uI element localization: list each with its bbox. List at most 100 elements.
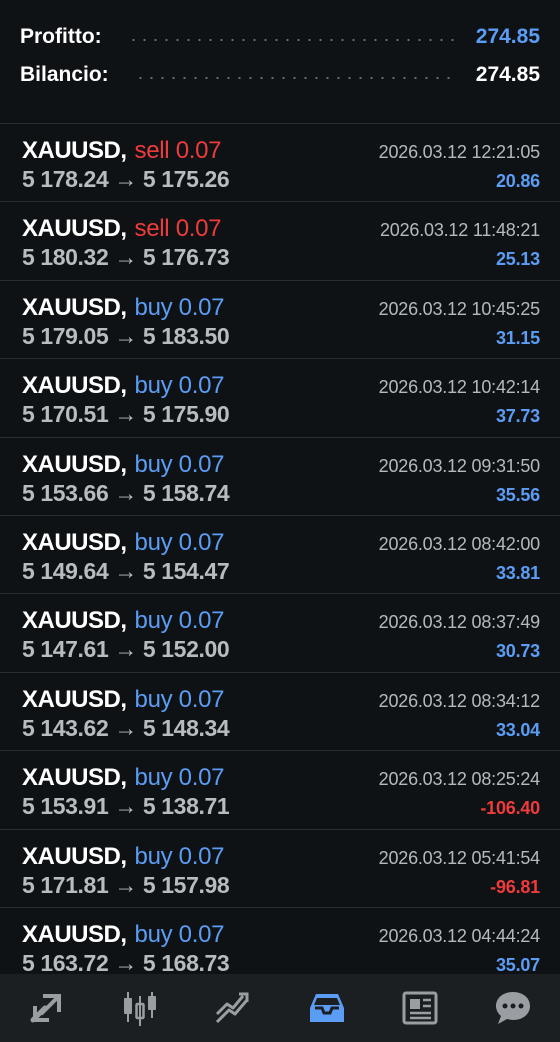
trade-row[interactable]: XAUUSD, buy 0.07 2026.03.12 10:45:25 5 179.… <box>0 281 560 360</box>
trade-title: XAUUSD, buy 0.07 <box>22 372 225 400</box>
trade-time: 2026.03.12 05:41:54 <box>378 847 541 868</box>
quotes-icon <box>30 994 61 1023</box>
trade-top-line: XAUUSD, buy 0.07 2026.03.12 10:42:14 <box>22 372 540 400</box>
trade-prices: 5 163.72 → 5 168.73 <box>22 949 230 974</box>
trade-top-line: XAUUSD, buy 0.07 2026.03.12 08:37:49 <box>22 607 540 635</box>
history-icon <box>309 994 344 1022</box>
trade-symbol: XAUUSD, <box>22 293 127 321</box>
trade-bottom-line: 5 153.91 → 5 138.71 -106.40 <box>22 793 540 820</box>
trade-side-volume: buy 0.07 <box>134 372 225 400</box>
trade-profit: 30.73 <box>495 641 540 662</box>
trade-profit: 33.81 <box>495 562 540 583</box>
trade-top-line: XAUUSD, sell 0.07 2026.03.12 12:21:05 <box>22 137 540 165</box>
trade-side-volume: buy 0.07 <box>134 842 225 870</box>
trade-title: XAUUSD, sell 0.07 <box>22 137 222 165</box>
profit-label: Profitto: <box>20 25 102 48</box>
trade-symbol: XAUUSD, <box>22 685 127 713</box>
trade-row[interactable]: XAUUSD, buy 0.07 2026.03.12 09:31:50 5 153.… <box>0 438 560 516</box>
trade-side-volume: buy 0.07 <box>134 607 225 635</box>
trade-profit: 20.86 <box>495 171 540 191</box>
trade-top-line: XAUUSD, buy 0.07 2026.03.12 04:44:24 <box>22 921 540 949</box>
trade-title: XAUUSD, buy 0.07 <box>22 685 225 714</box>
messages-icon <box>496 992 531 1024</box>
trade-title: XAUUSD, buy 0.07 <box>22 293 225 322</box>
nav-quotes[interactable] <box>17 978 77 1038</box>
trade-title: XAUUSD, sell 0.07 <box>22 215 222 243</box>
trade-side-volume: buy 0.07 <box>134 764 225 792</box>
trade-time: 2026.03.12 08:34:12 <box>378 690 541 711</box>
trade-top-line: XAUUSD, buy 0.07 2026.03.12 08:25:24 <box>22 764 540 792</box>
trade-top-line: XAUUSD, buy 0.07 2026.03.12 08:34:12 <box>22 686 540 714</box>
trade-row[interactable]: XAUUSD, buy 0.07 2026.03.12 08:25:24 5 153.… <box>0 751 560 830</box>
trade-title: XAUUSD, buy 0.07 <box>22 764 225 792</box>
trade-time: 2026.03.12 11:48:21 <box>379 220 540 241</box>
trade-top-line: XAUUSD, buy 0.07 2026.03.12 10:45:25 <box>22 294 540 322</box>
profit-value: 274.85 <box>475 25 540 48</box>
trade-side-volume: sell 0.07 <box>134 137 222 164</box>
trade-row[interactable]: XAUUSD, buy 0.07 2026.03.12 08:37:49 5 147.… <box>0 594 560 673</box>
trade-prices: 5 180.32 → 5 176.73 <box>22 244 230 271</box>
trade-row[interactable]: XAUUSD, sell 0.07 2026.03.12 11:48:21 5 180… <box>0 202 560 281</box>
trade-symbol: XAUUSD, <box>22 372 127 400</box>
balance-row: Bilancio: 274.85 <box>20 56 540 94</box>
nav-chart[interactable] <box>110 978 170 1038</box>
trade-side-volume: buy 0.07 <box>134 920 225 948</box>
trade-symbol: XAUUSD, <box>22 607 127 635</box>
trade-symbol: XAUUSD, <box>22 920 127 948</box>
trade-time: 2026.03.12 10:42:14 <box>378 377 541 398</box>
trade-bottom-line: 5 147.61 → 5 152.00 30.73 <box>22 636 540 663</box>
nav-trade[interactable] <box>203 978 263 1038</box>
trade-prices: 5 149.64 → 5 154.47 <box>22 557 230 584</box>
trade-bottom-line: 5 171.81 → 5 157.98 -96.81 <box>22 872 540 899</box>
trade-symbol: XAUUSD, <box>22 764 127 792</box>
trade-side-volume: buy 0.07 <box>134 685 225 713</box>
trade-bottom-line: 5 178.24 → 5 175.26 20.86 <box>22 166 540 193</box>
trade-time: 2026.03.12 08:25:24 <box>378 769 541 790</box>
trade-profit: -96.81 <box>490 876 540 897</box>
trade-bottom-line: 5 170.51 → 5 175.90 37.73 <box>22 401 540 428</box>
trade-side-volume: buy 0.07 <box>134 528 225 556</box>
trade-title: XAUUSD, buy 0.07 <box>22 920 225 949</box>
trade-row[interactable]: XAUUSD, sell 0.07 2026.03.12 12:21:05 5 178… <box>0 124 560 203</box>
trade-prices: 5 179.05 → 5 183.50 <box>22 322 230 349</box>
trade-row[interactable]: XAUUSD, buy 0.07 2026.03.12 08:34:12 5 143.… <box>0 673 560 752</box>
trade-title: XAUUSD, buy 0.07 <box>22 607 225 635</box>
trade-time: 2026.03.12 08:42:00 <box>378 533 541 554</box>
trade-history-list[interactable]: XAUUSD, sell 0.07 2026.03.12 12:21:05 5 178… <box>0 124 560 974</box>
trade-bottom-line: 5 153.66 → 5 158.74 35.56 <box>22 480 540 507</box>
trade-profit: 31.15 <box>495 327 540 348</box>
trade-time: 2026.03.12 10:45:25 <box>378 298 541 319</box>
trade-profit: 35.07 <box>495 954 540 974</box>
trade-top-line: XAUUSD, sell 0.07 2026.03.12 11:48:21 <box>22 215 540 243</box>
trade-symbol: XAUUSD, <box>22 215 127 243</box>
nav-history[interactable] <box>297 978 357 1038</box>
trade-time: 2026.03.12 04:44:24 <box>378 925 541 946</box>
trade-side-volume: buy 0.07 <box>134 293 225 321</box>
trade-profit: 25.13 <box>495 249 540 270</box>
chart-icon <box>123 992 156 1026</box>
trade-row[interactable]: XAUUSD, buy 0.07 2026.03.12 08:42:00 5 149.… <box>0 516 560 595</box>
trade-row[interactable]: XAUUSD, buy 0.07 2026.03.12 10:42:14 5 170.… <box>0 359 560 438</box>
trade-side-volume: buy 0.07 <box>134 450 225 478</box>
trade-prices: 5 153.66 → 5 158.74 <box>22 479 230 506</box>
nav-messages[interactable] <box>483 978 543 1038</box>
trade-symbol: XAUUSD, <box>22 137 127 164</box>
nav-news[interactable] <box>390 978 450 1038</box>
trade-row[interactable]: XAUUSD, buy 0.07 2026.03.12 04:44:24 5 163.… <box>0 908 560 974</box>
trade-time: 2026.03.12 08:37:49 <box>378 612 541 633</box>
trade-symbol: XAUUSD, <box>22 528 127 556</box>
trade-title: XAUUSD, buy 0.07 <box>22 842 225 871</box>
trade-bottom-line: 5 143.62 → 5 148.34 33.04 <box>22 715 540 742</box>
trade-top-line: XAUUSD, buy 0.07 2026.03.12 08:42:00 <box>22 529 540 557</box>
trade-row[interactable]: XAUUSD, buy 0.07 2026.03.12 05:41:54 5 171.… <box>0 830 560 908</box>
trade-prices: 5 153.91 → 5 138.71 <box>22 793 230 820</box>
trade-title: XAUUSD, buy 0.07 <box>22 450 225 479</box>
trade-top-line: XAUUSD, buy 0.07 2026.03.12 09:31:50 <box>22 451 540 479</box>
trade-time: 2026.03.12 09:31:50 <box>378 455 541 476</box>
trade-profit: 33.04 <box>495 719 540 740</box>
trade-bottom-line: 5 180.32 → 5 176.73 25.13 <box>22 244 540 271</box>
trade-profit: 37.73 <box>495 406 540 427</box>
trade-time: 2026.03.12 12:21:05 <box>378 142 541 162</box>
balance-value: 274.85 <box>475 63 540 86</box>
trade-profit: -106.40 <box>480 798 540 819</box>
